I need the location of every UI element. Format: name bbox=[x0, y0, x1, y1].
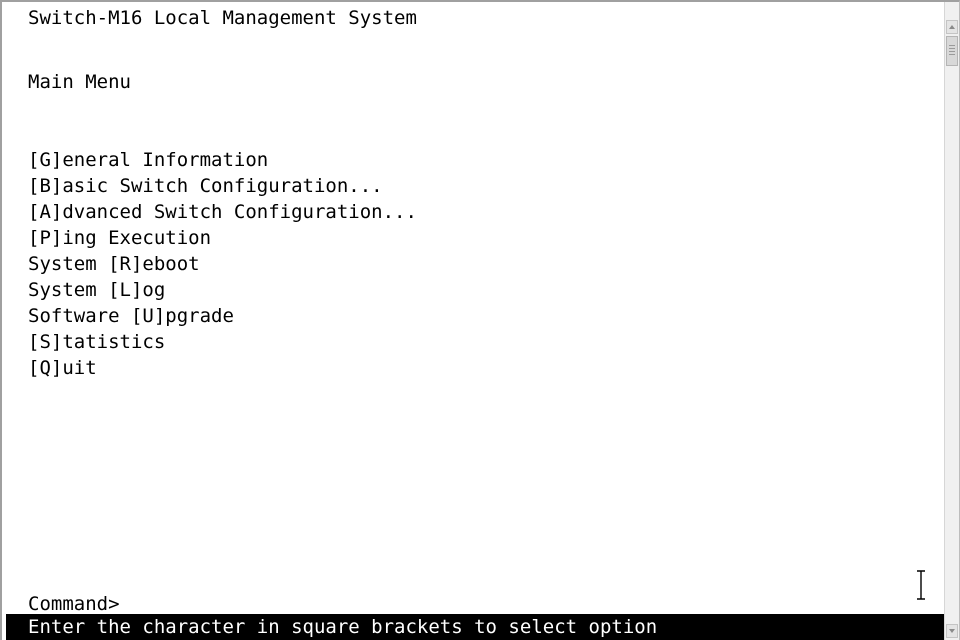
menu-item-ping-execution[interactable]: [P]ing Execution bbox=[28, 226, 211, 250]
menu-item-advanced-switch-configuration[interactable]: [A]dvanced Switch Configuration... bbox=[28, 200, 417, 224]
menu-item-basic-switch-configuration[interactable]: [B]asic Switch Configuration... bbox=[28, 174, 383, 198]
scroll-thumb[interactable] bbox=[946, 36, 958, 66]
menu-heading: Main Menu bbox=[28, 71, 131, 93]
command-prompt[interactable]: Command> bbox=[28, 592, 120, 616]
menu-item-general-information[interactable]: [G]eneral Information bbox=[28, 148, 268, 172]
telnet-window: Switch-M16 Local Management System Main … bbox=[0, 0, 960, 640]
status-bar: Enter the character in square brackets t… bbox=[6, 614, 946, 640]
arrow-up-icon[interactable] bbox=[946, 20, 958, 34]
arrow-down-icon[interactable] bbox=[946, 624, 958, 638]
system-title: Switch-M16 Local Management System bbox=[28, 7, 417, 29]
menu-item-system-reboot[interactable]: System [R]eboot bbox=[28, 252, 200, 276]
terminal-screen[interactable]: Switch-M16 Local Management System Main … bbox=[6, 2, 946, 640]
menu-item-software-upgrade[interactable]: Software [U]pgrade bbox=[28, 304, 234, 328]
vertical-scrollbar[interactable] bbox=[944, 2, 959, 640]
status-message: Enter the character in square brackets t… bbox=[28, 616, 658, 638]
menu-item-system-log[interactable]: System [L]og bbox=[28, 278, 165, 302]
text-cursor-icon bbox=[917, 570, 925, 600]
menu-item-statistics[interactable]: [S]tatistics bbox=[28, 330, 165, 354]
menu-item-quit[interactable]: [Q]uit bbox=[28, 356, 97, 380]
